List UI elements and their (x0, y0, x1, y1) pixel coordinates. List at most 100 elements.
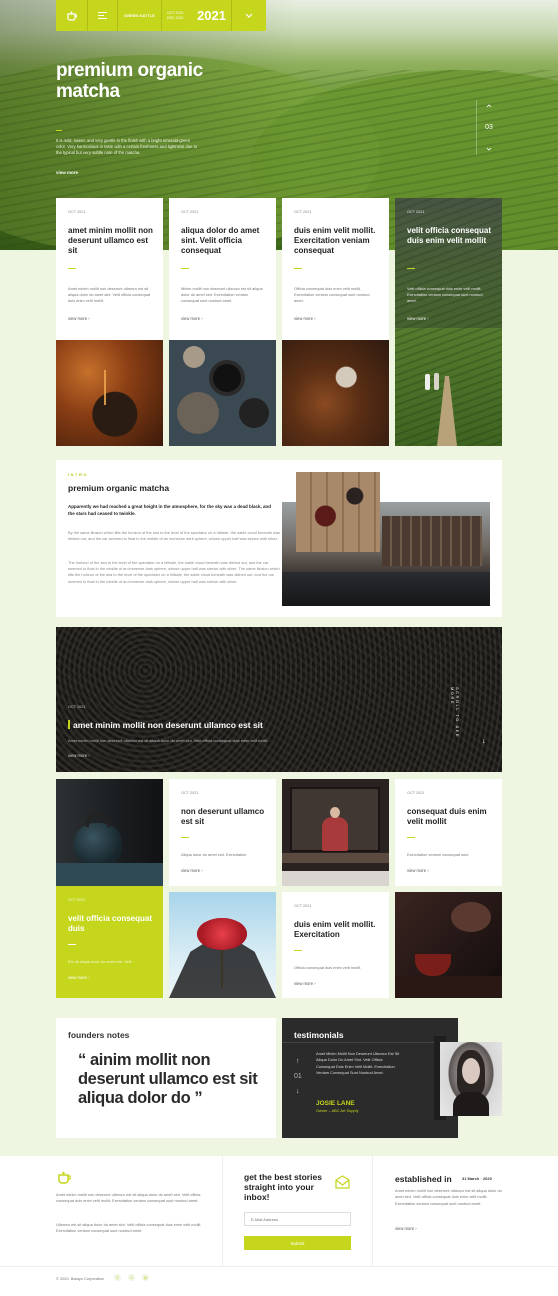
founders-notes: founders notes “ ainim mollit non deseru… (56, 1018, 276, 1138)
facebook-icon[interactable]: f (114, 1274, 121, 1281)
established-view-more-link[interactable]: view more › (395, 1226, 417, 1231)
date-range: OCT 2021 DEC 2021 (167, 11, 184, 21)
arrow-right-icon: › (88, 975, 90, 980)
featured-card-tea-field[interactable]: OCT 2021 velit officia consequat duis en… (395, 198, 502, 446)
card-text: Est sit aliqua dolor do amet sint. Velit (68, 959, 132, 964)
card-text: Aliqua dolor do amet sint. Exercitation (181, 852, 247, 857)
featured-banner[interactable]: OCT 2021 amet minim mollit non deserunt … (56, 627, 502, 772)
card-view-more-link[interactable]: view more › (294, 981, 316, 986)
card-accent-line (294, 950, 302, 951)
card-accent-line (407, 268, 415, 269)
article-card[interactable]: OCT 2021 amet minim mollit non deserunt … (56, 198, 163, 340)
intro-kicker: INTRO (68, 472, 88, 477)
hero-view-more-link[interactable]: view more (56, 170, 78, 175)
card-view-more-link[interactable]: view more › (68, 316, 90, 321)
testimonial-name: JOSIE LANE (316, 1100, 355, 1107)
arrow-right-icon: › (314, 981, 316, 986)
article-card[interactable]: OCT 2021 duis enim velit mollit. Exercit… (282, 892, 389, 998)
article-card[interactable]: OCT 2021 consequat duis enim velit molli… (395, 779, 502, 886)
person (425, 374, 430, 390)
teapot-pouring-photo (56, 340, 163, 446)
footer-about-text: Amet minim mollit non deserunt ullamco e… (56, 1192, 201, 1204)
arrow-right-icon: › (88, 316, 90, 321)
testimonial-role: Owner – ABC Art Supply (316, 1108, 359, 1113)
arrow-right-icon: › (415, 1226, 417, 1231)
view-more-label: view more (407, 316, 427, 321)
card-accent-line (181, 268, 189, 269)
tea-cups-photo (169, 340, 276, 446)
person (434, 373, 439, 390)
card-title: aliqua dolor do amet sint. Velit officia… (181, 226, 260, 255)
card-view-more-link[interactable]: view more › (181, 316, 203, 321)
scroll-hint: SCROLL TO SEE MORE (450, 687, 460, 738)
card-text: Officia consequat duis enim velit mollit… (294, 286, 370, 303)
hero-accent-line (56, 130, 62, 131)
lantern-tower-photo (169, 892, 276, 998)
view-more-label: view more (294, 316, 314, 321)
logo-button[interactable] (56, 0, 88, 31)
view-more-label: view more (294, 981, 314, 986)
card-view-more-link[interactable]: view more › (181, 868, 203, 873)
teapot-icon (58, 1171, 71, 1184)
chevron-down-icon (245, 13, 253, 18)
dropdown-button[interactable] (232, 0, 266, 31)
card-accent-line (68, 944, 76, 945)
card-view-more-link[interactable]: view more › (294, 316, 316, 321)
intro-lead: Apparently we had reached a great height… (68, 504, 272, 516)
card-view-more-link[interactable]: view more › (68, 975, 90, 980)
arrow-down-icon[interactable]: ↓ (482, 738, 486, 745)
date-end: DEC 2021 (167, 15, 184, 20)
card-accent-line (68, 268, 76, 269)
pouring-tea-photo (395, 892, 502, 998)
card-date: OCT 2021 (181, 791, 199, 795)
arrow-down-icon[interactable]: ↓ (296, 1088, 300, 1095)
card-accent-line (407, 837, 415, 838)
view-more-label: view more (68, 975, 88, 980)
banner-title: amet minim mollit non deserunt ullamco e… (73, 720, 263, 730)
mail-icon (335, 1175, 350, 1189)
card-accent-line (294, 268, 302, 269)
article-card[interactable]: OCT 2021 duis enim velit mollit. Exercit… (282, 198, 389, 340)
card-date: OCT 2021 (294, 210, 312, 214)
teapot-icon (66, 11, 77, 21)
chevron-up-icon[interactable] (486, 104, 492, 108)
card-date: OCT 2021 (294, 904, 312, 908)
date-start: OCT 2021 (167, 10, 184, 15)
card-view-more-link[interactable]: view more › (407, 316, 429, 321)
card-title: consequat duis enim velit mollit (407, 807, 487, 826)
submit-button[interactable]: Submit (244, 1236, 351, 1250)
view-more-label: view more (407, 868, 427, 873)
established-text: Amet minim mollit non deserunt ullamco e… (395, 1188, 502, 1206)
intro-section: INTRO premium organic matcha Apparently … (56, 460, 502, 617)
arrow-up-icon[interactable]: ↑ (296, 1058, 300, 1065)
banner-date: OCT 2021 (68, 705, 86, 709)
card-title: duis enim velit mollit. Exercitation ven… (294, 226, 376, 255)
email-input[interactable] (244, 1212, 351, 1226)
banner-view-more-link[interactable]: view more › (68, 753, 90, 758)
arrow-right-icon: › (427, 316, 429, 321)
card-title: amet minim mollit non deserunt ullamco e… (68, 226, 153, 255)
founders-quote: “ ainim mollit non deserunt ullamco est … (78, 1051, 258, 1107)
intro-title: premium organic matcha (68, 483, 170, 493)
arrow-right-icon: › (201, 868, 203, 873)
banner-accent-bar (68, 720, 70, 729)
article-card[interactable]: OCT 2021 non deserunt ullamco est sit Al… (169, 779, 276, 886)
testimonial-index: 01 (294, 1073, 302, 1080)
chevron-down-icon[interactable] (486, 147, 492, 151)
dried-tea-leaves-photo (282, 340, 389, 446)
card-accent-line (181, 837, 189, 838)
twitter-icon[interactable]: t (128, 1274, 135, 1281)
banner-text: Amet minim mollit non deserunt ullamco e… (68, 738, 269, 743)
established-date: 31 March · 2020 (462, 1176, 492, 1181)
article-card-highlight[interactable]: OCT 2021 velit officia consequat duis Es… (56, 886, 163, 998)
card-text: Officia consequat duis enim velit mollit… (294, 965, 361, 970)
card-text: Minim mollit non deserunt ullamco est si… (181, 286, 263, 303)
card-view-more-link[interactable]: view more › (407, 868, 429, 873)
intro-paragraph: By the same illusion which lifts the hor… (68, 530, 280, 542)
footer-about-text: Ullamco est sit aliqua dolor do amet sin… (56, 1222, 202, 1234)
article-card[interactable]: OCT 2021 aliqua dolor do amet sint. Veli… (169, 198, 276, 340)
instagram-icon[interactable]: ◎ (142, 1274, 149, 1281)
menu-button[interactable] (88, 0, 118, 31)
intro-paragraph: The horizon of the sea to the level of t… (68, 560, 280, 584)
testimonials-section: testimonials ↑ 01 ↓ Amet Minim Mollit No… (282, 1018, 458, 1138)
